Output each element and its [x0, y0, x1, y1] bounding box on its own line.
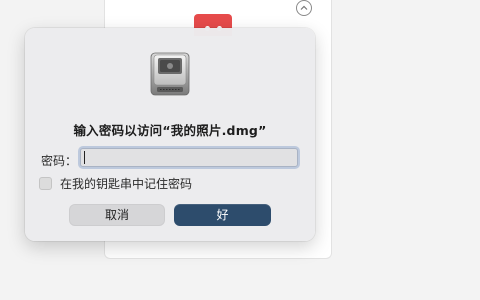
password-field[interactable]: [80, 148, 298, 167]
remember-password-row[interactable]: 在我的钥匙串中记住密码: [39, 175, 192, 191]
text-cursor: [84, 151, 85, 164]
cancel-button[interactable]: 取消: [69, 204, 165, 226]
ok-button[interactable]: 好: [174, 204, 271, 226]
password-label: 密码：: [41, 154, 78, 168]
password-dialog: 输入密码以访问“我的照片.dmg” 密码： 在我的钥匙串中记住密码 取消 好: [25, 28, 315, 241]
dialog-title: 输入密码以访问“我的照片.dmg”: [73, 123, 267, 138]
remember-password-checkbox[interactable]: [39, 176, 52, 190]
chevron-up-icon[interactable]: [296, 0, 312, 16]
disk-image-icon: [150, 52, 190, 96]
remember-password-label: 在我的钥匙串中记住密码: [60, 176, 193, 191]
